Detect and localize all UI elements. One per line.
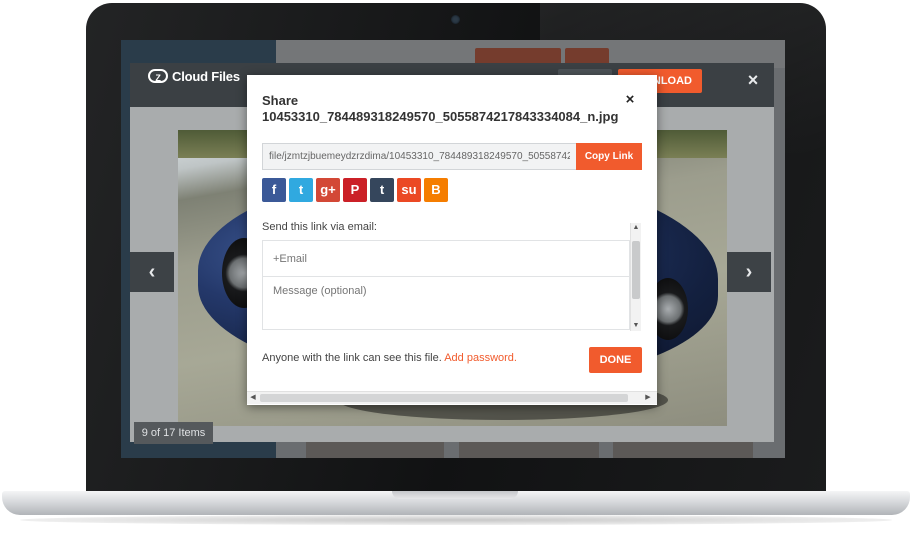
next-arrow-icon[interactable]: › xyxy=(727,252,771,292)
message-input[interactable] xyxy=(263,277,629,329)
pinterest-icon[interactable]: P xyxy=(343,178,367,202)
google-plus-icon[interactable]: g+ xyxy=(316,178,340,202)
dialog-filename: 10453310_784489318249570_505587421784333… xyxy=(262,109,619,124)
share-footer: Anyone with the link can see this file. … xyxy=(262,352,517,364)
email-section-label: Send this link via email: xyxy=(262,221,377,233)
dialog-title: Share xyxy=(262,93,299,108)
scrollbar-thumb[interactable] xyxy=(260,394,628,402)
stumbleupon-icon[interactable]: su xyxy=(397,178,421,202)
scroll-right-icon[interactable]: ▶ xyxy=(643,393,653,403)
cloud-logo-icon: Z xyxy=(148,69,168,83)
facebook-icon[interactable]: f xyxy=(262,178,286,202)
email-input[interactable] xyxy=(263,241,629,277)
app-logo: Z Cloud Files xyxy=(148,67,240,85)
scroll-left-icon[interactable]: ◀ xyxy=(248,393,258,403)
horizontal-scrollbar[interactable]: ◀ ▶ xyxy=(247,391,657,404)
copy-link-button[interactable]: Copy Link xyxy=(576,143,642,170)
twitter-icon[interactable]: t xyxy=(289,178,313,202)
logo-text: Cloud Files xyxy=(172,68,240,84)
viewer-close-icon[interactable]: × xyxy=(744,71,762,89)
social-share-row: f t g+ P t su B xyxy=(262,178,448,202)
blogger-icon[interactable]: B xyxy=(424,178,448,202)
laptop-shadow xyxy=(20,515,892,525)
vertical-scrollbar[interactable]: ▲ ▼ xyxy=(630,223,641,331)
close-icon[interactable]: × xyxy=(623,92,637,107)
tumblr-icon[interactable]: t xyxy=(370,178,394,202)
item-counter: 9 of 17 Items xyxy=(134,422,213,444)
laptop-screen: Z Cloud Files DOWNLOAD × ‹ › 9 of 17 Ite… xyxy=(121,40,785,458)
scrollbar-thumb[interactable] xyxy=(632,241,640,299)
laptop-notch xyxy=(392,491,518,499)
add-password-link[interactable]: Add password. xyxy=(444,352,517,364)
share-dialog: Share 10453310_784489318249570_505587421… xyxy=(247,75,657,405)
done-button[interactable]: DONE xyxy=(589,347,642,373)
link-visibility-text: Anyone with the link can see this file. xyxy=(262,352,442,364)
scroll-down-icon[interactable]: ▼ xyxy=(631,321,641,331)
scroll-up-icon[interactable]: ▲ xyxy=(631,223,641,233)
email-form xyxy=(262,240,630,330)
webcam xyxy=(451,15,460,24)
previous-arrow-icon[interactable]: ‹ xyxy=(130,252,174,292)
share-link-field[interactable] xyxy=(262,143,576,170)
